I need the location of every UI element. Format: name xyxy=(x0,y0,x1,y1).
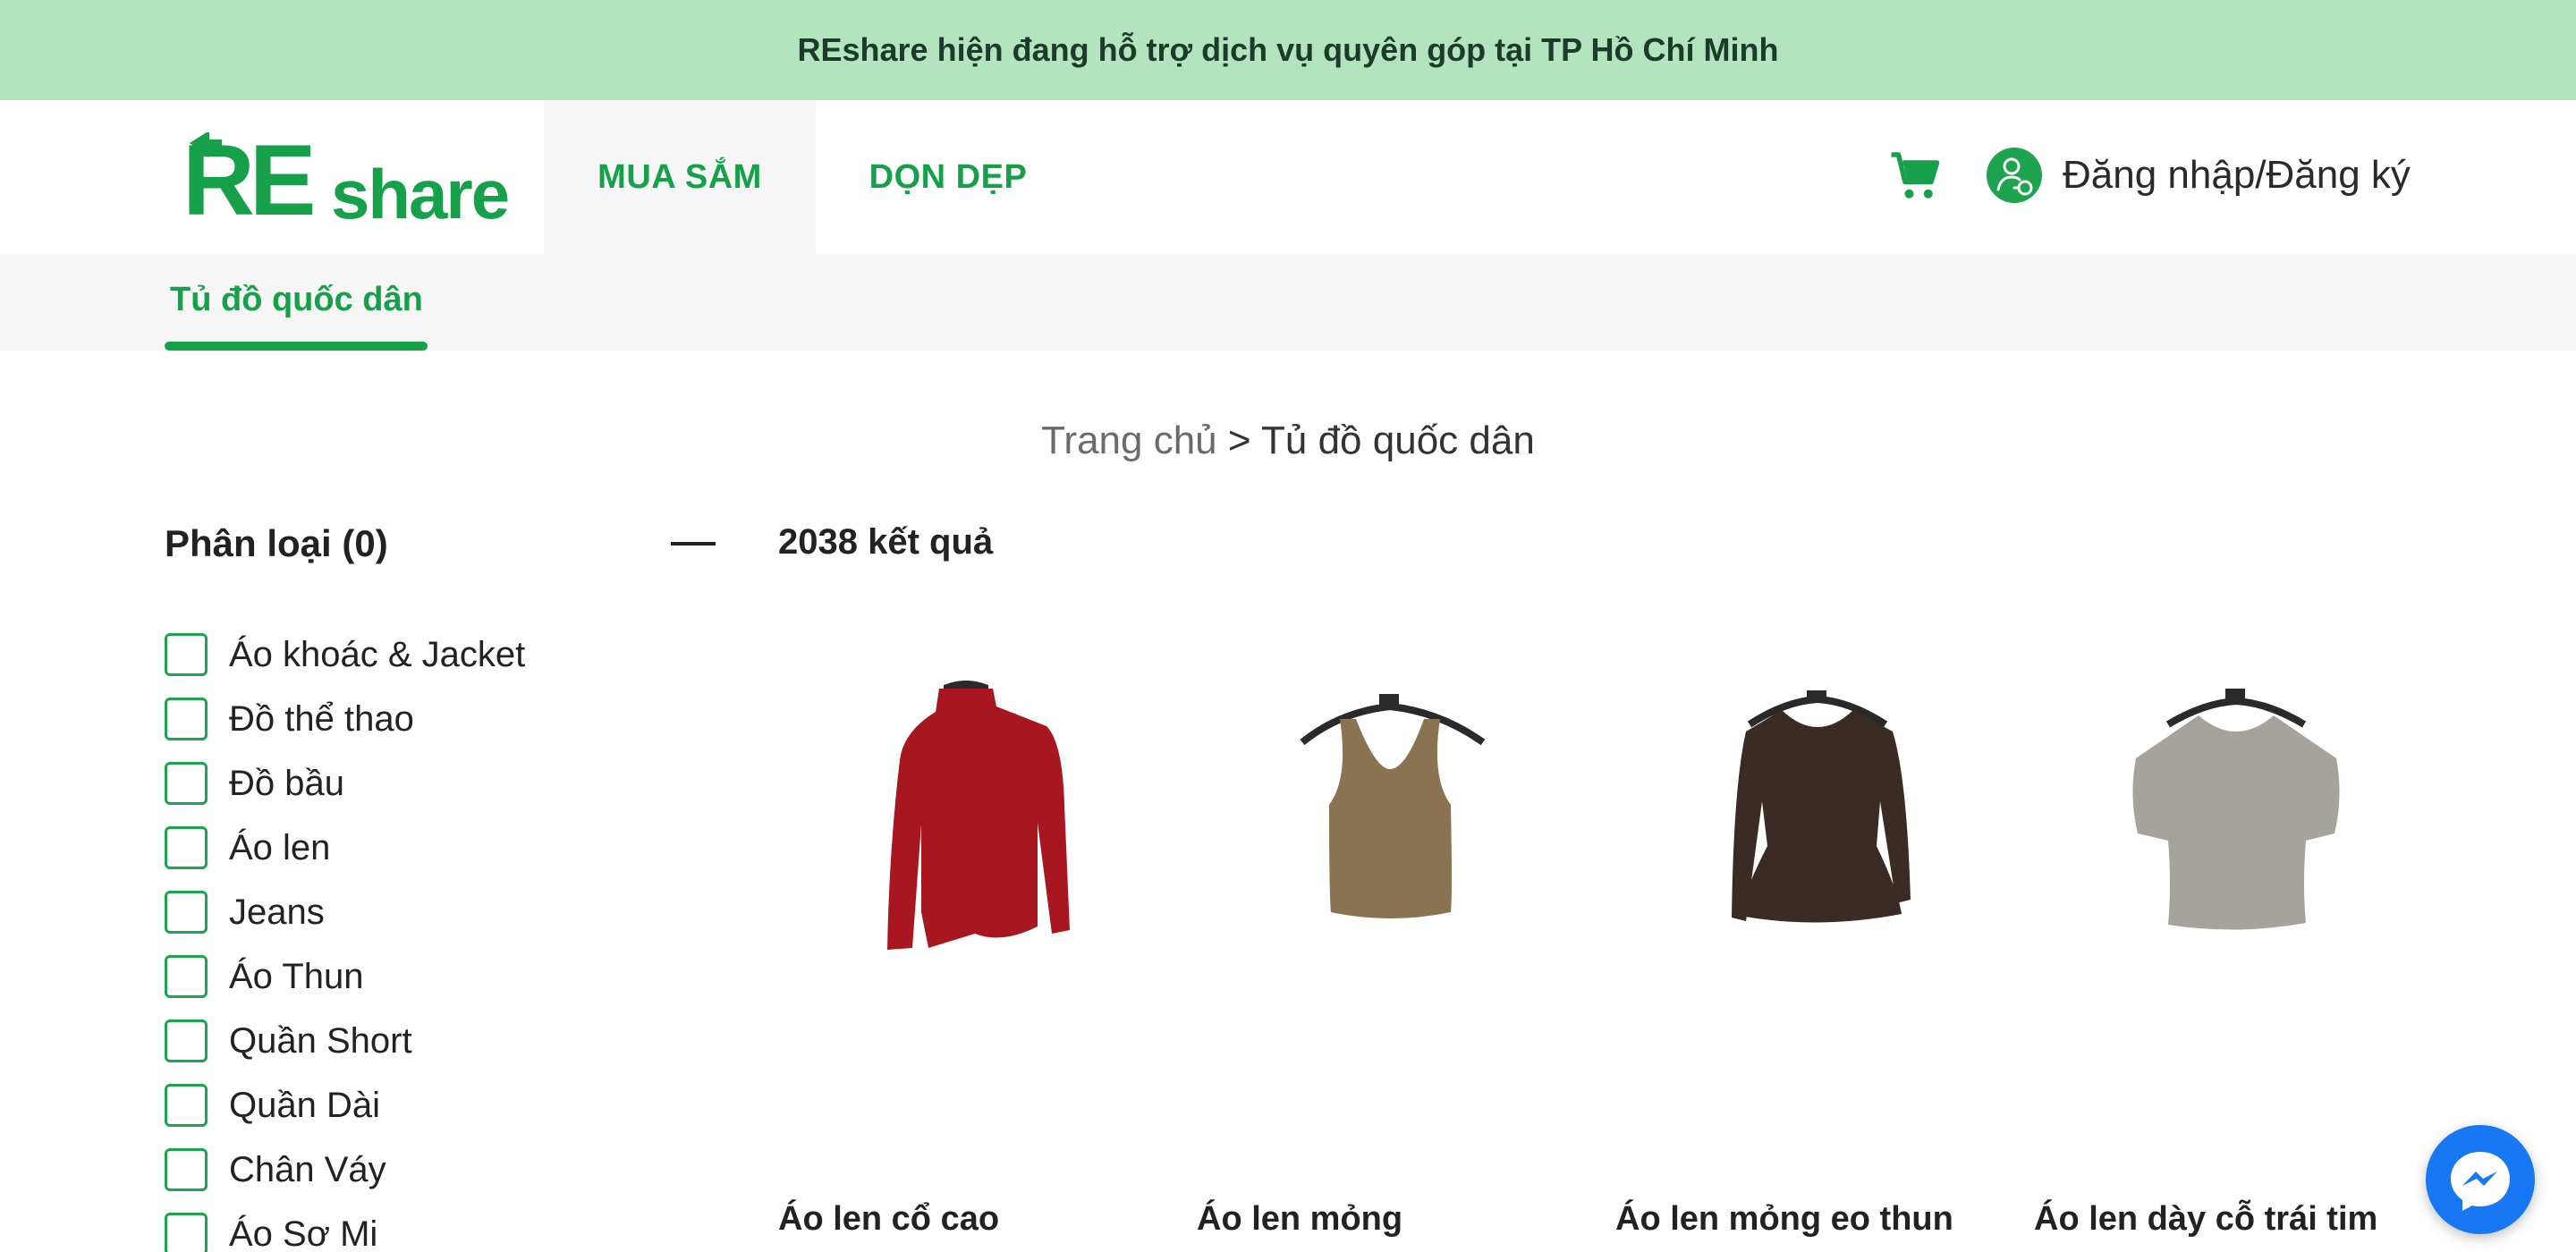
filter-label: Quần Short xyxy=(229,1020,412,1061)
breadcrumb-current: Tủ đồ quốc dân xyxy=(1261,419,1535,462)
product-name: Áo len mỏng xyxy=(1197,1200,1403,1238)
filter-label: Chân Váy xyxy=(229,1149,386,1189)
filter-checkbox[interactable] xyxy=(165,1213,208,1252)
product-image xyxy=(2132,689,2340,930)
hanger-shape xyxy=(2165,697,2307,728)
nav-shop-label: MUA SẮM xyxy=(597,157,762,196)
hanger-hook xyxy=(1379,694,1399,708)
product-card[interactable]: Áo len dày cỗ trái tim xyxy=(2034,626,2428,1252)
messenger-icon xyxy=(2451,1152,2510,1211)
product-image xyxy=(1732,690,1911,923)
announcement-text: REshare hiện đang hỗ trợ dịch vụ quyên g… xyxy=(797,31,1779,68)
filter-item[interactable]: Áo khoác & Jacket xyxy=(165,622,525,687)
product-card[interactable]: Áo len cổ cao xyxy=(778,626,1172,1252)
garment-shape xyxy=(887,689,1070,950)
product-name: Áo len mỏng eo thun xyxy=(1615,1200,1953,1238)
filter-item[interactable]: Áo len xyxy=(165,816,525,880)
hanger-shape xyxy=(1300,702,1486,746)
result-count: 2038 kết quả xyxy=(778,522,994,562)
tab-national-wardrobe[interactable]: Tủ đồ quốc dân xyxy=(165,254,428,351)
product-name: Áo len dày cỗ trái tim xyxy=(2034,1200,2378,1238)
filter-item[interactable]: Quần Short xyxy=(165,1009,525,1073)
filter-checkbox[interactable] xyxy=(165,826,208,869)
filter-label: Áo Thun xyxy=(229,956,364,996)
product-card[interactable]: Áo len mỏng xyxy=(1197,626,1590,1252)
filter-label: Đồ thể thao xyxy=(229,698,414,739)
filter-checkbox[interactable] xyxy=(165,1019,208,1062)
filter-item[interactable]: Đồ thể thao xyxy=(165,687,525,751)
category-subnav: Tủ đồ quốc dân xyxy=(0,254,2576,351)
garment-shape xyxy=(1329,719,1452,918)
filter-checkbox[interactable] xyxy=(165,633,208,676)
filter-label: Đồ bầu xyxy=(229,763,344,803)
active-tab-indicator xyxy=(165,342,428,351)
breadcrumb-separator: > xyxy=(1216,419,1262,462)
filter-item[interactable]: Đồ bầu xyxy=(165,751,525,816)
filter-checkbox[interactable] xyxy=(165,1148,208,1191)
filter-label: Quần Dài xyxy=(229,1085,380,1125)
breadcrumb: Trang chủ > Tủ đồ quốc dân xyxy=(0,419,2576,463)
reshare-logo[interactable]: RE share xyxy=(182,132,528,231)
logo-share-text: share xyxy=(331,155,508,231)
filter-checkbox[interactable] xyxy=(165,762,208,805)
filter-item[interactable]: Jeans xyxy=(165,880,525,944)
announcement-banner: REshare hiện đang hỗ trợ dịch vụ quyên g… xyxy=(0,0,2576,100)
filter-item[interactable]: Áo Sơ Mi xyxy=(165,1202,525,1252)
messenger-chat-button[interactable] xyxy=(2426,1125,2535,1234)
filter-item[interactable]: Chân Váy xyxy=(165,1138,525,1202)
filter-label: Áo len xyxy=(229,827,331,867)
product-name: Áo len cổ cao xyxy=(778,1200,1000,1238)
filter-checkbox[interactable] xyxy=(165,955,208,998)
filter-checkbox[interactable] xyxy=(165,1084,208,1127)
filter-label: Jeans xyxy=(229,892,325,932)
filter-label: Áo Sơ Mi xyxy=(229,1214,378,1252)
nav-shop[interactable]: MUA SẮM xyxy=(544,100,816,254)
filter-label: Áo khoác & Jacket xyxy=(229,634,526,674)
product-image xyxy=(887,681,1070,950)
garment-shape xyxy=(2132,715,2340,930)
filter-title: Phân loại (0) xyxy=(165,522,388,564)
filter-item[interactable]: Áo Thun xyxy=(165,944,525,1009)
user-icon[interactable] xyxy=(1986,147,2043,204)
product-card[interactable]: Áo len mỏng eo thun xyxy=(1615,626,2009,1252)
tab-label: Tủ đồ quốc dân xyxy=(170,281,423,318)
filter-checkbox[interactable] xyxy=(165,698,208,740)
filter-checkbox[interactable] xyxy=(165,891,208,934)
site-header: RE share MUA SẮM DỌN DẸP Đăng nhập/Đăng … xyxy=(0,100,2576,254)
breadcrumb-home[interactable]: Trang chủ xyxy=(1041,419,1216,462)
cart-icon[interactable] xyxy=(1889,150,1943,204)
collapse-filter-button[interactable] xyxy=(671,542,716,546)
filter-item[interactable]: Quần Dài xyxy=(165,1073,525,1138)
hanger-hook xyxy=(1807,690,1826,703)
login-register-link[interactable]: Đăng nhập/Đăng ký xyxy=(2063,147,2411,204)
product-image xyxy=(1300,694,1486,918)
filter-list: Áo khoác & Jacket Đồ thể thao Đồ bầu Áo … xyxy=(165,622,525,1252)
hanger-hook xyxy=(2225,689,2245,703)
nav-cleanup[interactable]: DỌN DẸP xyxy=(816,100,1080,254)
nav-cleanup-label: DỌN DẸP xyxy=(869,157,1028,196)
garment-shape xyxy=(1732,710,1911,923)
